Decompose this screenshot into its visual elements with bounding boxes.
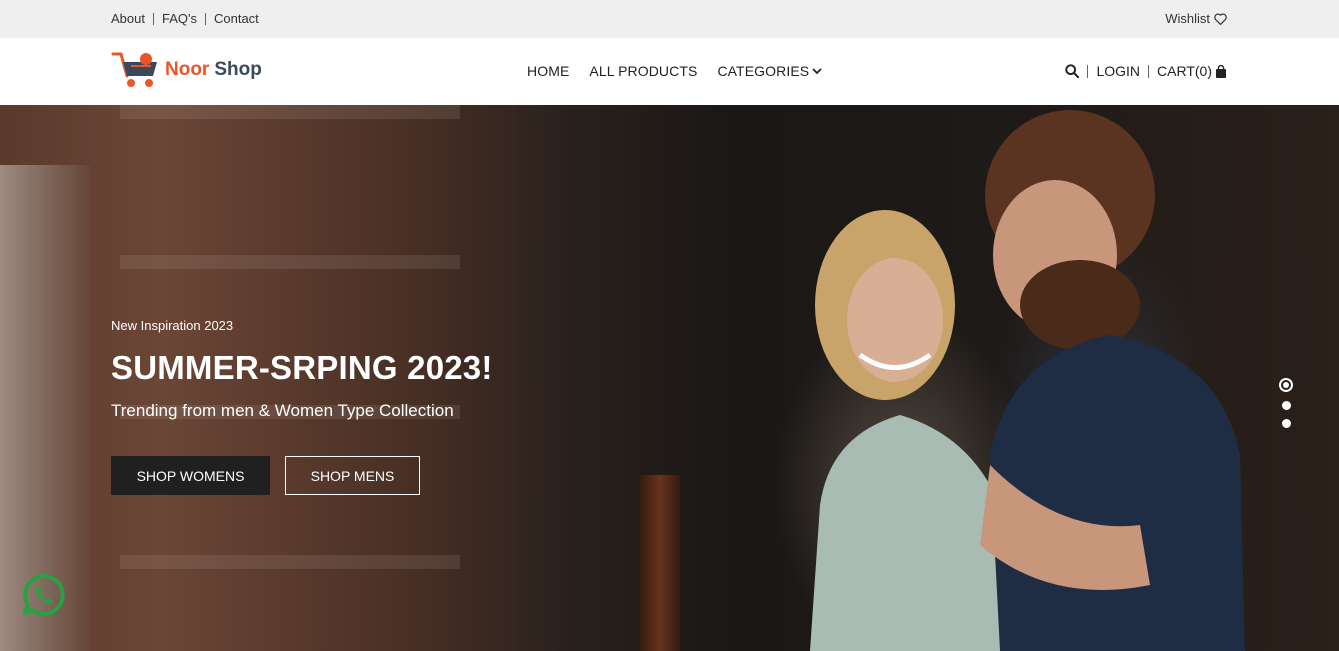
main-nav: HOME ALL PRODUCTS CATEGORIES	[527, 63, 822, 79]
site-logo[interactable]: Noor Shop	[111, 50, 262, 90]
divider	[204, 12, 206, 25]
hero-content: New Inspiration 2023 SUMMER-SRPING 2023!…	[111, 318, 493, 495]
nav-categories[interactable]: CATEGORIES	[717, 63, 822, 79]
hero-eyebrow: New Inspiration 2023	[111, 318, 234, 333]
shopping-cart-logo-icon	[111, 52, 157, 87]
cart-bag-icon	[1216, 64, 1226, 78]
login-link[interactable]: LOGIN	[1096, 63, 1140, 79]
hero-man-image	[980, 110, 1245, 651]
contact-link[interactable]: Contact	[214, 11, 259, 26]
hero-subheadline: Trending from men & Women Type Collectio…	[111, 401, 454, 420]
nav-home[interactable]: HOME	[527, 63, 569, 79]
logo-text-shop: Shop	[214, 59, 262, 80]
about-link[interactable]: About	[111, 11, 145, 26]
slide-dot-3[interactable]	[1281, 419, 1291, 428]
cart-label: CART(0)	[1157, 63, 1212, 79]
top-utility-bar: About FAQ's Contact Wishlist	[0, 0, 1339, 38]
chevron-down-icon	[812, 68, 822, 75]
hero-slider: New Inspiration 2023 SUMMER-SRPING 2023!…	[0, 105, 1339, 651]
logo-text-noor: Noor	[165, 59, 210, 80]
wishlist-link[interactable]: Wishlist	[1165, 11, 1227, 26]
whatsapp-icon[interactable]	[22, 573, 66, 617]
main-header: Noor Shop HOME ALL PRODUCTS CATEGORIES L…	[0, 38, 1339, 105]
slide-dot-2[interactable]	[1281, 401, 1291, 410]
wishlist-label: Wishlist	[1165, 11, 1210, 26]
faq-link[interactable]: FAQ's	[162, 11, 197, 26]
hero-pipe	[640, 475, 680, 651]
shop-mens-button[interactable]: SHOP MENS	[285, 456, 420, 495]
hero-headline: SUMMER-SRPING 2023!	[111, 349, 493, 386]
divider	[152, 12, 154, 25]
nav-all-products[interactable]: ALL PRODUCTS	[589, 63, 697, 79]
divider	[1087, 64, 1089, 78]
slide-dot-1[interactable]	[1279, 378, 1293, 392]
cart-link[interactable]: CART(0)	[1157, 63, 1227, 79]
top-links: About FAQ's Contact	[111, 11, 259, 26]
search-icon[interactable]	[1065, 64, 1080, 78]
header-actions: LOGIN CART(0)	[1065, 63, 1227, 79]
slider-dots	[1279, 378, 1293, 428]
divider	[1148, 64, 1150, 78]
hero-buttons: SHOP WOMENS SHOP MENS	[111, 456, 493, 495]
heart-icon	[1214, 13, 1227, 25]
shop-womens-button[interactable]: SHOP WOMENS	[111, 456, 270, 495]
nav-categories-label: CATEGORIES	[717, 63, 810, 79]
